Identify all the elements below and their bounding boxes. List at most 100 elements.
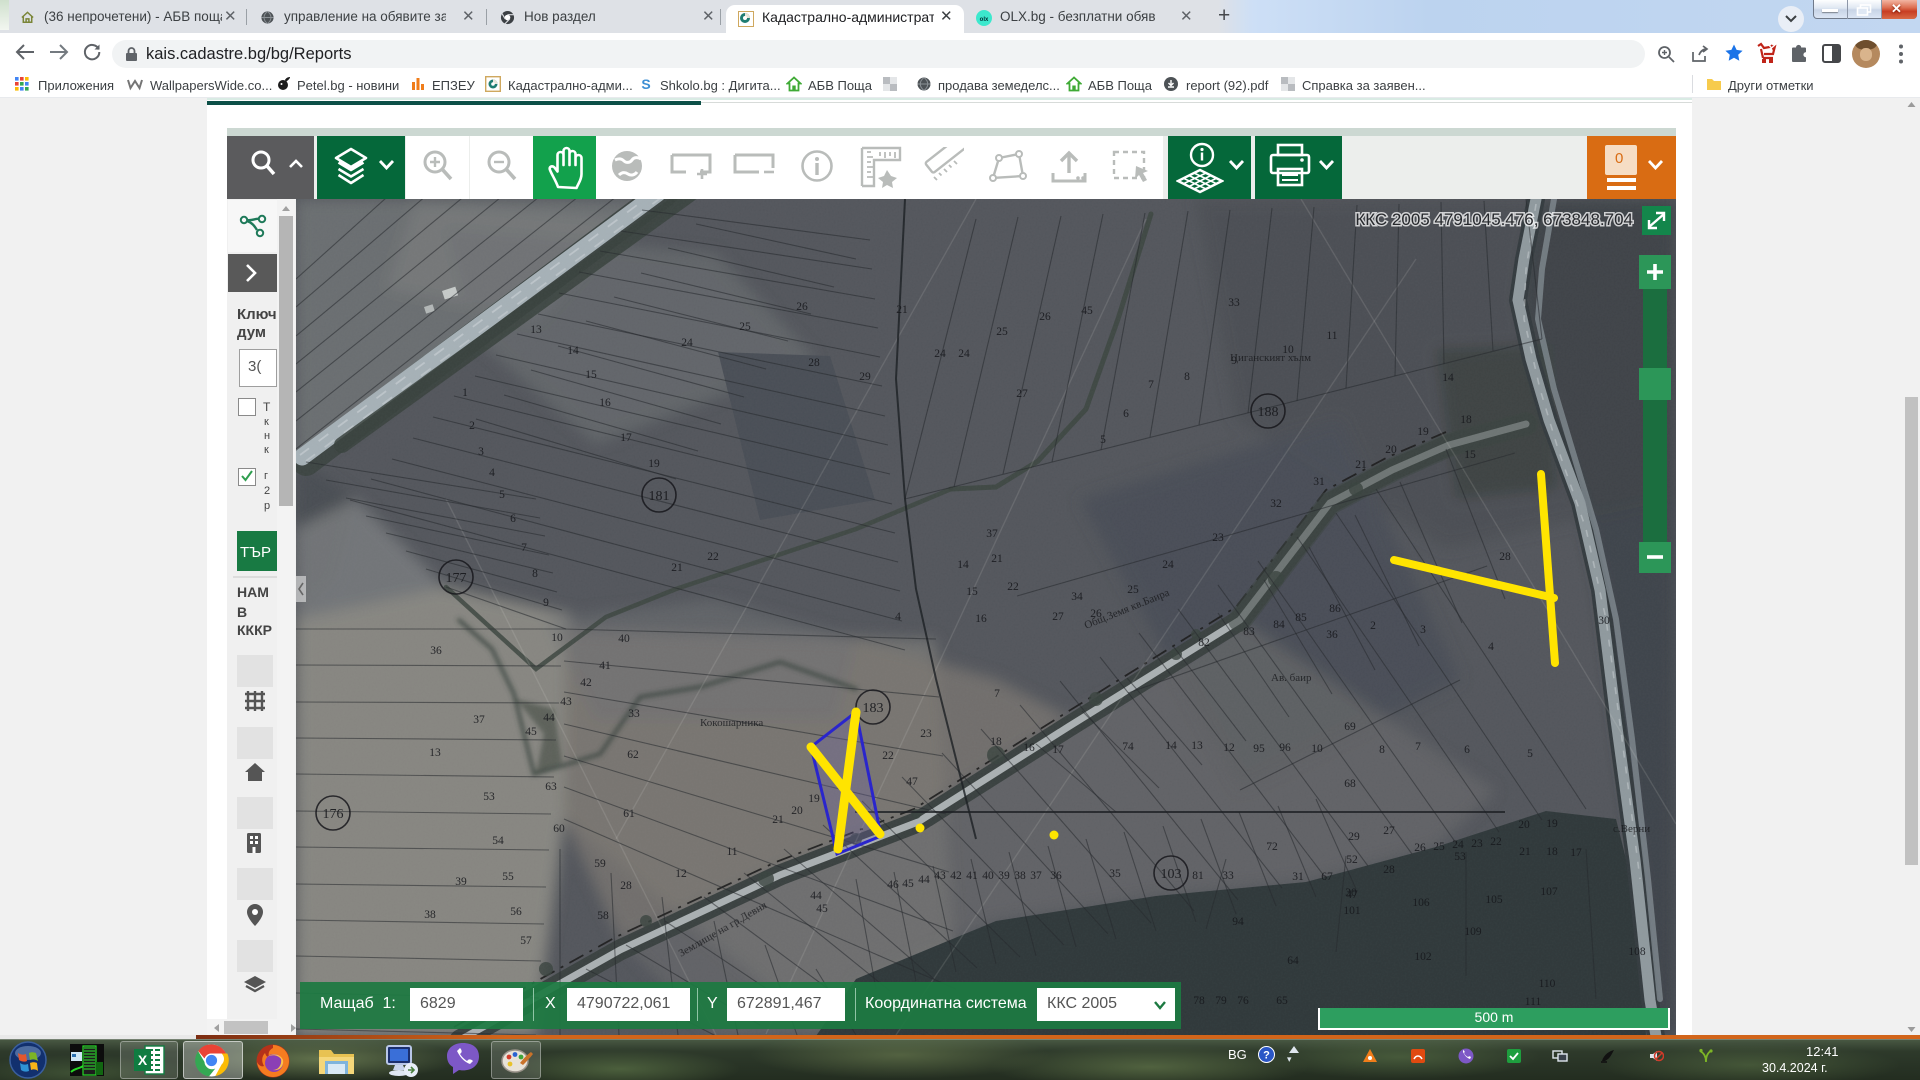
svg-text:183: 183 [863, 701, 884, 716]
svg-text:26: 26 [796, 301, 808, 313]
svg-text:19: 19 [808, 793, 820, 805]
svg-text:ККС 2005 4791045.476, 673848.7: ККС 2005 4791045.476, 673848.704 [1355, 210, 1633, 229]
svg-text:8: 8 [1379, 744, 1385, 756]
svg-text:41: 41 [599, 660, 611, 672]
svg-text:14: 14 [1165, 740, 1177, 752]
svg-text:60: 60 [553, 823, 565, 835]
svg-text:43: 43 [560, 696, 572, 708]
svg-text:103: 103 [1161, 867, 1182, 882]
svg-text:26: 26 [1414, 842, 1426, 854]
svg-text:28: 28 [1499, 551, 1511, 563]
svg-text:17: 17 [1052, 744, 1064, 756]
svg-text:39: 39 [455, 876, 467, 888]
svg-text:95: 95 [1253, 743, 1265, 755]
svg-text:X: X [138, 1052, 148, 1068]
svg-text:21: 21 [772, 814, 784, 826]
svg-text:39: 39 [998, 870, 1010, 882]
svg-text:45: 45 [525, 726, 537, 738]
svg-text:37: 37 [986, 528, 998, 540]
svg-text:83: 83 [1243, 626, 1255, 638]
svg-text:34: 34 [1071, 591, 1083, 603]
svg-text:65: 65 [1276, 995, 1288, 1007]
svg-text:22: 22 [1007, 581, 1019, 593]
svg-text:76: 76 [1237, 995, 1249, 1007]
svg-text:14: 14 [957, 559, 969, 571]
svg-text:21: 21 [991, 553, 1003, 565]
svg-text:45: 45 [816, 903, 828, 915]
svg-text:21: 21 [896, 304, 908, 316]
svg-text:28: 28 [808, 357, 820, 369]
svg-text:26: 26 [1039, 311, 1051, 323]
svg-text:24: 24 [681, 337, 693, 349]
svg-text:38: 38 [424, 909, 436, 921]
svg-text:33: 33 [1228, 297, 1240, 309]
svg-text:61: 61 [623, 808, 635, 820]
svg-text:42: 42 [580, 677, 592, 689]
svg-text:14: 14 [567, 345, 579, 357]
svg-text:18: 18 [990, 736, 1002, 748]
svg-text:29: 29 [1348, 831, 1360, 843]
svg-text:108: 108 [1628, 946, 1646, 958]
svg-text:78: 78 [1193, 995, 1205, 1007]
svg-text:8: 8 [532, 568, 538, 580]
svg-text:7: 7 [521, 542, 527, 554]
svg-text:13: 13 [1191, 740, 1203, 752]
svg-text:1: 1 [462, 387, 468, 399]
svg-text:79: 79 [1215, 995, 1227, 1007]
svg-text:2: 2 [1370, 620, 1376, 632]
svg-text:4: 4 [489, 467, 495, 479]
svg-text:olx: olx [980, 17, 989, 23]
svg-text:37: 37 [473, 714, 485, 726]
svg-text:6: 6 [1123, 408, 1129, 420]
svg-text:15: 15 [1464, 449, 1476, 461]
svg-text:7: 7 [994, 688, 1000, 700]
svg-text:111: 111 [1525, 996, 1542, 1008]
svg-text:20: 20 [791, 805, 803, 817]
svg-text:35: 35 [1109, 868, 1121, 880]
svg-text:21: 21 [671, 562, 683, 574]
svg-text:17: 17 [1570, 847, 1582, 859]
svg-text:22: 22 [707, 551, 719, 563]
svg-text:24: 24 [1162, 559, 1174, 571]
svg-text:81: 81 [1192, 870, 1204, 882]
svg-text:84: 84 [1273, 619, 1285, 631]
svg-text:19: 19 [1417, 426, 1429, 438]
svg-text:47: 47 [1346, 889, 1358, 901]
svg-text:20: 20 [1518, 819, 1530, 831]
svg-text:74: 74 [1122, 741, 1134, 753]
svg-text:16: 16 [599, 397, 611, 409]
svg-text:101: 101 [1343, 905, 1361, 917]
svg-text:5: 5 [499, 489, 505, 501]
svg-text:28: 28 [620, 880, 632, 892]
svg-text:53: 53 [1454, 851, 1466, 863]
svg-text:24: 24 [934, 348, 946, 360]
svg-text:31: 31 [1292, 871, 1304, 883]
svg-text:11: 11 [726, 846, 737, 858]
svg-text:7: 7 [1148, 379, 1154, 391]
svg-text:181: 181 [649, 489, 670, 504]
svg-text:102: 102 [1414, 951, 1432, 963]
svg-text:177: 177 [446, 571, 467, 586]
svg-text:62: 62 [627, 749, 639, 761]
svg-text:52: 52 [1346, 854, 1358, 866]
svg-text:44: 44 [543, 712, 555, 724]
svg-text:72: 72 [1266, 841, 1278, 853]
svg-text:15: 15 [585, 369, 597, 381]
svg-text:110: 110 [1539, 978, 1556, 990]
svg-text:82: 82 [1198, 637, 1210, 649]
svg-text:18: 18 [1546, 846, 1558, 858]
svg-text:23: 23 [1212, 532, 1224, 544]
svg-text:21: 21 [1355, 459, 1367, 471]
svg-text:85: 85 [1295, 612, 1307, 624]
svg-text:56: 56 [510, 906, 522, 918]
svg-text:21: 21 [1519, 846, 1531, 858]
svg-text:13: 13 [429, 747, 441, 759]
svg-text:59: 59 [594, 858, 606, 870]
svg-text:64: 64 [1287, 955, 1299, 967]
svg-text:96: 96 [1279, 742, 1291, 754]
svg-text:22: 22 [1490, 836, 1502, 848]
svg-text:3: 3 [478, 446, 484, 458]
svg-text:86: 86 [1329, 603, 1341, 615]
svg-text:23: 23 [1471, 838, 1483, 850]
svg-text:10: 10 [551, 632, 563, 644]
